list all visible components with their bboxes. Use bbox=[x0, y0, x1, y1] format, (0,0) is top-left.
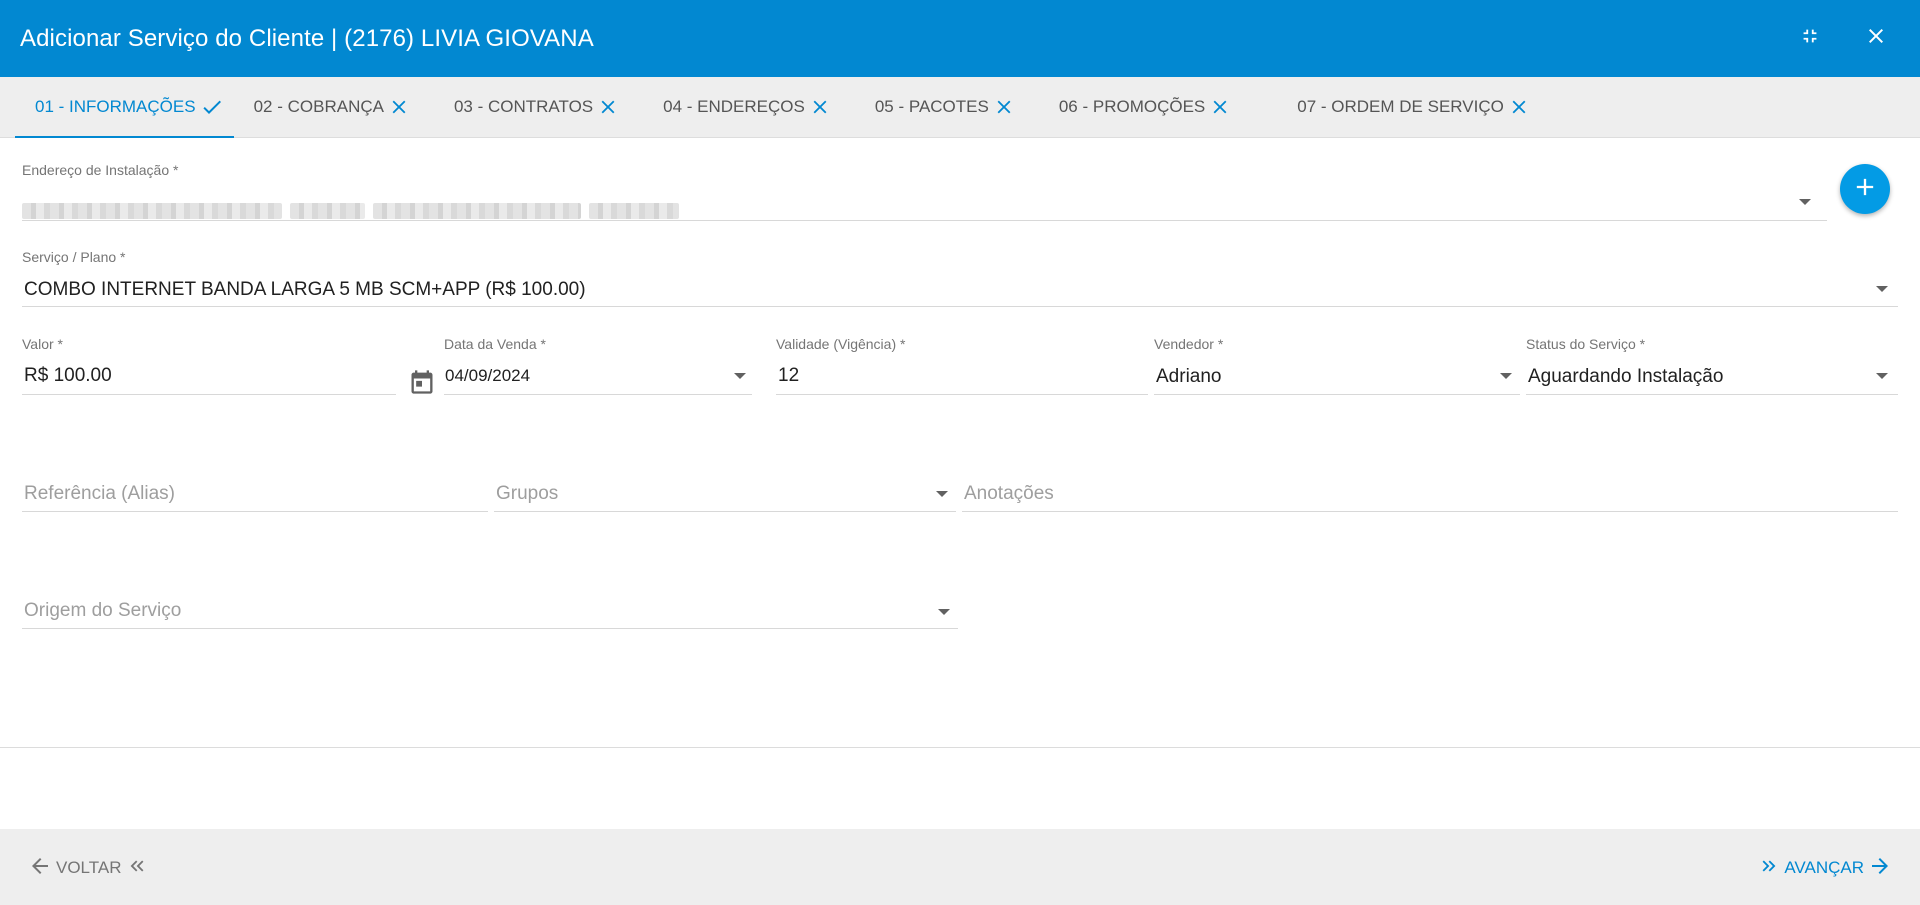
calendar-icon bbox=[408, 370, 436, 400]
validade-input[interactable]: Validade (Vigência) * 12 bbox=[776, 336, 1148, 396]
servico-plano-select[interactable]: Serviço / Plano * COMBO INTERNET BANDA L… bbox=[22, 249, 1898, 309]
dialog-title: Adicionar Serviço do Cliente | (2176) LI… bbox=[20, 24, 594, 52]
double-chevron-right-icon bbox=[1758, 855, 1780, 882]
arrow-right-icon bbox=[1868, 854, 1892, 883]
chevron-down-icon bbox=[734, 373, 746, 379]
add-address-button[interactable] bbox=[1840, 164, 1890, 214]
back-label: VOLTAR bbox=[56, 858, 122, 877]
data-venda-select[interactable]: Data da Venda * 04/09/2024 bbox=[444, 336, 752, 396]
dialog-header: Adicionar Serviço do Cliente | (2176) LI… bbox=[0, 0, 1920, 77]
anotacoes-input[interactable]: Anotações bbox=[962, 478, 1898, 512]
chevron-down-icon bbox=[1876, 373, 1888, 379]
back-button[interactable]: VOLTAR bbox=[28, 853, 148, 883]
valor-value: R$ 100.00 bbox=[24, 365, 112, 386]
tab-label: 03 - CONTRATOS bbox=[453, 97, 594, 116]
dialog-footer bbox=[0, 829, 1920, 905]
header-actions bbox=[1794, 0, 1892, 77]
tab-enderecos[interactable]: 04 - ENDEREÇOS bbox=[663, 77, 831, 137]
plus-icon bbox=[1851, 173, 1879, 206]
vendedor-select[interactable]: Vendedor * Adriano bbox=[1154, 336, 1520, 396]
origem-placeholder: Origem do Serviço bbox=[24, 600, 182, 621]
double-chevron-left-icon bbox=[126, 855, 148, 882]
close-icon bbox=[809, 96, 831, 118]
data-venda-value: 04/09/2024 bbox=[445, 366, 531, 385]
wizard-tabs: 01 - INFORMAÇÕES 02 - COBRANÇA 03 - CONT… bbox=[0, 77, 1920, 138]
endereco-select[interactable]: Endereço de Instalação * bbox=[22, 162, 1827, 222]
endereco-label: Endereço de Instalação * bbox=[22, 162, 179, 178]
arrow-left-icon bbox=[28, 854, 52, 883]
close-dialog-button[interactable] bbox=[1860, 23, 1892, 55]
minimize-button[interactable] bbox=[1794, 23, 1826, 55]
tab-informacoes[interactable]: 01 - INFORMAÇÕES bbox=[15, 77, 234, 138]
status-servico-select[interactable]: Status do Serviço * Aguardando Instalaçã… bbox=[1526, 336, 1898, 396]
check-icon bbox=[200, 95, 224, 119]
anotacoes-placeholder: Anotações bbox=[964, 483, 1054, 504]
tab-label: 04 - ENDEREÇOS bbox=[663, 97, 805, 116]
endereco-value-redacted bbox=[22, 200, 679, 222]
valor-label: Valor * bbox=[22, 336, 63, 352]
close-icon bbox=[597, 96, 619, 118]
chevron-down-icon bbox=[936, 491, 948, 497]
chevron-down-icon bbox=[1500, 373, 1512, 379]
add-service-dialog: Adicionar Serviço do Cliente | (2176) LI… bbox=[0, 0, 1920, 905]
validade-value: 12 bbox=[778, 365, 800, 386]
chevron-down-icon bbox=[938, 609, 950, 615]
servico-label: Serviço / Plano * bbox=[22, 249, 126, 265]
data-venda-label: Data da Venda * bbox=[444, 336, 546, 352]
chevron-down-icon bbox=[1876, 286, 1888, 292]
grupos-select[interactable]: Grupos bbox=[494, 478, 956, 512]
status-value: Aguardando Instalação bbox=[1528, 366, 1724, 387]
tab-ordem-servico[interactable]: 07 - ORDEM DE SERVIÇO bbox=[1297, 77, 1530, 137]
next-label: AVANÇAR bbox=[1784, 858, 1864, 877]
close-icon bbox=[1209, 96, 1231, 118]
tab-label: 01 - INFORMAÇÕES bbox=[35, 97, 196, 116]
referencia-placeholder: Referência (Alias) bbox=[24, 483, 175, 504]
tab-label: 02 - COBRANÇA bbox=[253, 97, 384, 116]
calendar-button[interactable] bbox=[408, 368, 436, 396]
vendedor-label: Vendedor * bbox=[1154, 336, 1224, 352]
tab-pacotes[interactable]: 05 - PACOTES bbox=[875, 77, 1015, 137]
tab-cobranca[interactable]: 02 - COBRANÇA bbox=[254, 77, 410, 137]
vendedor-value: Adriano bbox=[1156, 366, 1222, 387]
tab-label: 05 - PACOTES bbox=[874, 97, 989, 116]
close-icon bbox=[993, 96, 1015, 118]
tab-promocoes[interactable]: 06 - PROMOÇÕES bbox=[1059, 77, 1231, 137]
close-icon bbox=[388, 96, 410, 118]
servico-value: COMBO INTERNET BANDA LARGA 5 MB SCM+APP … bbox=[24, 279, 586, 300]
grupos-placeholder: Grupos bbox=[496, 483, 559, 504]
fullscreen-exit-icon bbox=[1799, 25, 1821, 52]
tab-label: 06 - PROMOÇÕES bbox=[1058, 97, 1206, 116]
origem-servico-select[interactable]: Origem do Serviço bbox=[22, 596, 958, 630]
tab-contratos[interactable]: 03 - CONTRATOS bbox=[454, 77, 619, 137]
tab-label: 07 - ORDEM DE SERVIÇO bbox=[1297, 97, 1504, 116]
validade-label: Validade (Vigência) * bbox=[776, 336, 906, 352]
close-icon bbox=[1508, 96, 1530, 118]
referencia-input[interactable]: Referência (Alias) bbox=[22, 478, 488, 512]
valor-input[interactable]: Valor * R$ 100.00 bbox=[22, 336, 396, 396]
content-divider bbox=[0, 747, 1920, 748]
status-label: Status do Serviço * bbox=[1526, 336, 1646, 352]
close-icon bbox=[1864, 24, 1888, 53]
chevron-down-icon bbox=[1799, 199, 1811, 205]
next-button[interactable]: AVANÇAR bbox=[1758, 853, 1892, 883]
